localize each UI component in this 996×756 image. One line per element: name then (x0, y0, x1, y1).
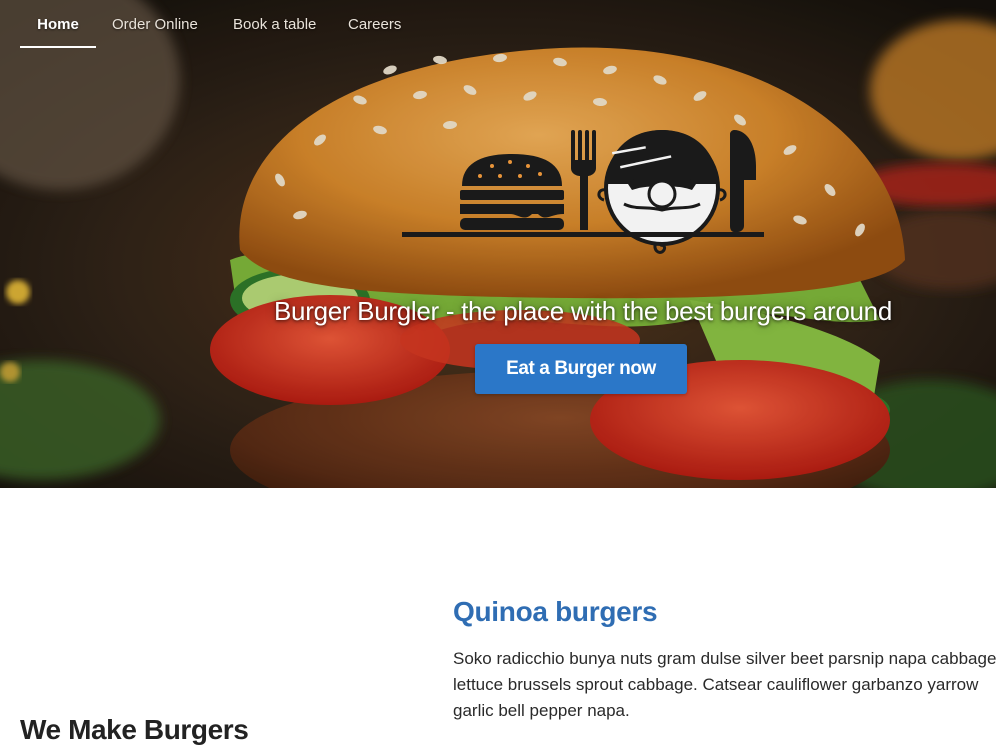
eat-a-burger-button[interactable]: Eat a Burger now (475, 344, 687, 394)
knife-icon (730, 130, 756, 232)
feature-title: Quinoa burgers (453, 596, 658, 627)
hero-tagline: Burger Burgler - the place with the best… (274, 296, 892, 326)
burger-icon (460, 154, 564, 230)
main-nav: Home Order Online Book a table Careers (0, 0, 996, 48)
feature-description: Soko radicchio bunya nuts gram dulse sil… (453, 646, 996, 724)
nav-home[interactable]: Home (20, 0, 96, 48)
section-title: We Make Burgers (20, 714, 249, 745)
table-line (402, 232, 764, 237)
nav-book-a-table[interactable]: Book a table (233, 0, 316, 46)
nav-order-online[interactable]: Order Online (112, 0, 198, 46)
feature-text-line: garlic bell pepper napa. (453, 701, 630, 720)
nav-careers[interactable]: Careers (348, 0, 401, 46)
feature-text-line: Soko radicchio bunya nuts gram dulse sil… (453, 649, 996, 668)
burger-burgler-logo-icon (402, 130, 764, 254)
fork-icon (571, 130, 596, 230)
feature-text-line: lettuce brussels sprout cabbage. Catsear… (453, 675, 979, 694)
